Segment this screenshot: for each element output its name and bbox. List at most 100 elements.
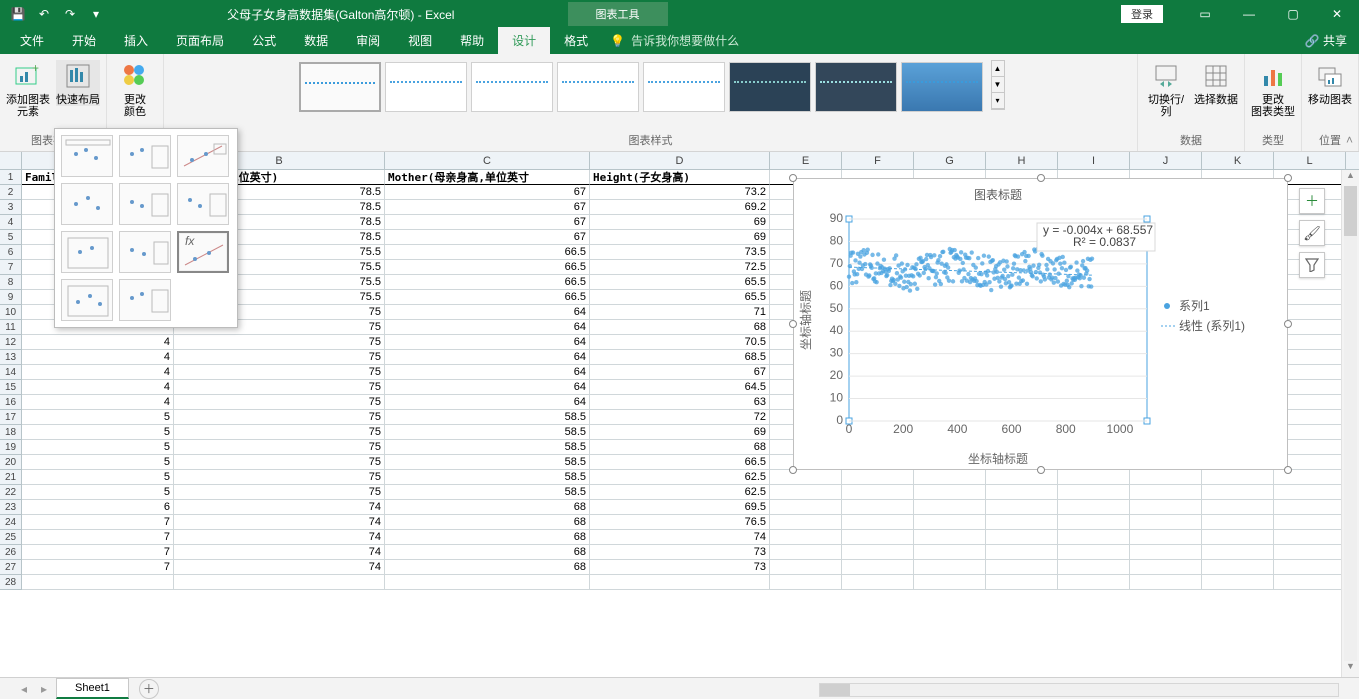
tab-format[interactable]: 格式 — [550, 27, 602, 54]
col-header-H[interactable]: H — [986, 152, 1058, 169]
chart-style-2[interactable] — [385, 62, 467, 112]
layout-option-7[interactable] — [61, 231, 113, 273]
svg-text:0: 0 — [846, 422, 853, 436]
chart-style-3[interactable] — [471, 62, 553, 112]
svg-text:200: 200 — [893, 422, 913, 436]
layout-option-11[interactable] — [119, 279, 171, 321]
col-header-L[interactable]: L — [1274, 152, 1346, 169]
chart-elements-button[interactable]: ＋ — [1299, 188, 1325, 214]
horizontal-scrollbar[interactable] — [819, 683, 1339, 697]
col-header-I[interactable]: I — [1058, 152, 1130, 169]
select-data-icon — [1200, 60, 1232, 92]
chart-style-8[interactable] — [901, 62, 983, 112]
redo-icon[interactable]: ↷ — [60, 7, 80, 21]
select-all-corner[interactable] — [0, 152, 22, 169]
resize-handle[interactable] — [1037, 174, 1045, 182]
chart-style-5[interactable] — [643, 62, 725, 112]
sheet-tab[interactable]: Sheet1 — [56, 678, 129, 699]
add-chart-element-button[interactable]: + 添加图表 元素 — [6, 60, 50, 118]
layout-option-8[interactable] — [119, 231, 171, 273]
share-button[interactable]: 🔗 共享 — [1305, 32, 1347, 54]
gallery-up-icon[interactable]: ▲ — [992, 61, 1004, 77]
maximize-icon[interactable]: ▢ — [1271, 0, 1315, 28]
undo-icon[interactable]: ↶ — [34, 7, 54, 21]
chart-style-6[interactable] — [729, 62, 811, 112]
tab-view[interactable]: 视图 — [394, 27, 446, 54]
table-row[interactable]: 2157558.562.5 — [0, 470, 1359, 485]
tab-data[interactable]: 数据 — [290, 27, 342, 54]
chart-canvas[interactable]: 图表标题010203040506070809002004006008001000… — [794, 179, 1287, 469]
tab-review[interactable]: 审阅 — [342, 27, 394, 54]
tab-file[interactable]: 文件 — [6, 27, 58, 54]
table-row[interactable]: 2257558.562.5 — [0, 485, 1359, 500]
move-chart-button[interactable]: 移动图表 — [1308, 60, 1352, 106]
tab-design[interactable]: 设计 — [498, 27, 550, 54]
layout-option-9[interactable]: fx — [177, 231, 229, 273]
chart-style-1[interactable] — [299, 62, 381, 112]
table-row[interactable]: 277746873 — [0, 560, 1359, 575]
table-row[interactable]: 257746874 — [0, 530, 1359, 545]
scroll-up-icon[interactable]: ▲ — [1342, 170, 1359, 186]
layout-option-1[interactable] — [61, 135, 113, 177]
chart-styles-button[interactable]: 🖌 — [1299, 220, 1325, 246]
resize-handle[interactable] — [1037, 466, 1045, 474]
gallery-down-icon[interactable]: ▼ — [992, 77, 1004, 93]
layout-option-3[interactable] — [177, 135, 229, 177]
col-header-E[interactable]: E — [770, 152, 842, 169]
col-header-G[interactable]: G — [914, 152, 986, 169]
table-row[interactable]: 236746869.5 — [0, 500, 1359, 515]
add-sheet-button[interactable]: ＋ — [139, 679, 159, 699]
close-icon[interactable]: ✕ — [1315, 0, 1359, 28]
table-row[interactable]: 247746876.5 — [0, 515, 1359, 530]
tab-insert[interactable]: 插入 — [110, 27, 162, 54]
tab-home[interactable]: 开始 — [58, 27, 110, 54]
layout-option-2[interactable] — [119, 135, 171, 177]
resize-handle[interactable] — [789, 320, 797, 328]
col-header-J[interactable]: J — [1130, 152, 1202, 169]
save-icon[interactable]: 💾 — [8, 7, 28, 21]
resize-handle[interactable] — [1284, 466, 1292, 474]
vertical-scrollbar[interactable]: ▲ ▼ — [1341, 170, 1359, 677]
tab-help[interactable]: 帮助 — [446, 27, 498, 54]
ribbon-options-icon[interactable]: ▭ — [1183, 0, 1227, 28]
scroll-down-icon[interactable]: ▼ — [1342, 661, 1359, 677]
chart-style-4[interactable] — [557, 62, 639, 112]
chart-filters-button[interactable] — [1299, 252, 1325, 278]
select-data-button[interactable]: 选择数据 — [1194, 60, 1238, 106]
tab-formulas[interactable]: 公式 — [238, 27, 290, 54]
group-label-data: 数据 — [1180, 130, 1202, 151]
tell-me[interactable]: 💡告诉我你想要做什么 — [610, 32, 739, 54]
col-header-C[interactable]: C — [385, 152, 590, 169]
quick-layout-button[interactable]: 快速布局 — [56, 60, 100, 106]
col-header-K[interactable]: K — [1202, 152, 1274, 169]
login-button[interactable]: 登录 — [1121, 5, 1163, 23]
qat-more-icon[interactable]: ▾ — [86, 7, 106, 21]
resize-handle[interactable] — [1284, 174, 1292, 182]
resize-handle[interactable] — [1284, 320, 1292, 328]
minimize-icon[interactable]: — — [1227, 0, 1271, 28]
quick-layout-dropdown: fx — [54, 128, 238, 328]
layout-option-4[interactable] — [61, 183, 113, 225]
move-chart-icon — [1314, 60, 1346, 92]
embedded-chart[interactable]: 图表标题010203040506070809002004006008001000… — [793, 178, 1288, 470]
change-colors-button[interactable]: 更改 颜色 — [113, 60, 157, 118]
collapse-ribbon-icon[interactable]: ˄ — [1346, 133, 1353, 147]
switch-row-col-button[interactable]: 切换行/列 — [1144, 60, 1188, 118]
scroll-thumb[interactable] — [820, 684, 850, 696]
chart-style-7[interactable] — [815, 62, 897, 112]
table-row[interactable]: 267746873 — [0, 545, 1359, 560]
resize-handle[interactable] — [789, 174, 797, 182]
gallery-more-icon[interactable]: ▾ — [992, 93, 1004, 109]
change-chart-type-button[interactable]: 更改 图表类型 — [1251, 60, 1295, 118]
col-header-D[interactable]: D — [590, 152, 770, 169]
layout-option-5[interactable] — [119, 183, 171, 225]
col-header-F[interactable]: F — [842, 152, 914, 169]
layout-option-6[interactable] — [177, 183, 229, 225]
scroll-thumb[interactable] — [1344, 186, 1357, 236]
layout-option-10[interactable] — [61, 279, 113, 321]
tab-layout[interactable]: 页面布局 — [162, 27, 238, 54]
resize-handle[interactable] — [789, 466, 797, 474]
sheet-prev-icon[interactable]: ◂ — [16, 682, 32, 696]
sheet-next-icon[interactable]: ▸ — [36, 682, 52, 696]
svg-text:70: 70 — [830, 256, 844, 270]
